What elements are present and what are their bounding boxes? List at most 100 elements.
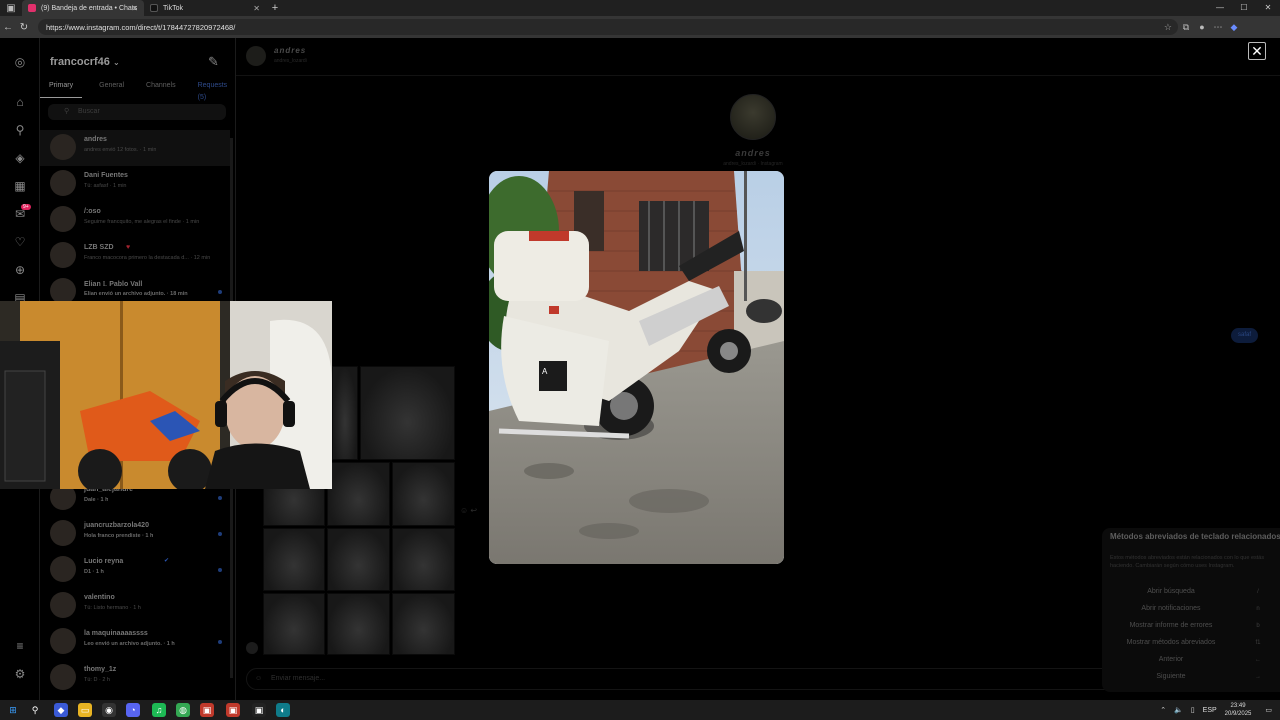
chrome-icon[interactable]: ◍: [176, 703, 190, 717]
extensions-icon[interactable]: ⧉: [1178, 22, 1194, 33]
language-indicator[interactable]: ESP: [1203, 707, 1217, 714]
avatar[interactable]: [246, 46, 266, 66]
grid-photo[interactable]: [392, 462, 455, 526]
grid-photo[interactable]: [392, 593, 455, 655]
chat-list-item[interactable]: andres andres envió 12 fotos. · 1 min: [40, 130, 230, 166]
avatar: [50, 206, 76, 232]
address-bar-row: ← ↻ https://www.instagram.com/direct/t/1…: [0, 16, 1280, 38]
avatar: [50, 134, 76, 160]
chat-list-item[interactable]: thomy_1z Tú: D · 2 h: [40, 660, 230, 696]
tray-chevron-icon[interactable]: ⌃: [1160, 706, 1166, 714]
copilot-icon[interactable]: ◆: [1226, 22, 1242, 33]
new-message-icon[interactable]: ✎: [208, 54, 219, 70]
tab-general[interactable]: General: [90, 80, 133, 98]
react-reply-icons[interactable]: ☺ ↩: [460, 506, 477, 515]
shortcut-row: Mostrar informe de errores b: [1102, 618, 1280, 634]
grid-photo[interactable]: [327, 528, 390, 591]
grid-photo[interactable]: [392, 528, 455, 591]
grid-photo[interactable]: [263, 528, 325, 591]
shortcuts-title: Métodos abreviados de teclado relacionad…: [1110, 532, 1280, 541]
grid-photo[interactable]: [327, 462, 390, 526]
shortcut-row: Anterior ←: [1102, 652, 1280, 668]
tab-channels[interactable]: Channels: [137, 80, 185, 98]
file-explorer-icon[interactable]: ▭: [78, 703, 92, 717]
reels-icon[interactable]: ▦: [12, 178, 28, 194]
spotify-icon[interactable]: ♫: [152, 703, 166, 717]
close-tab-icon[interactable]: ✕: [131, 4, 138, 13]
back-icon[interactable]: ←: [0, 22, 16, 33]
unread-dot: [218, 532, 222, 536]
chat-list-item[interactable]: juancruzbarzola420 Hola franco prendiste …: [40, 516, 230, 552]
menu-icon[interactable]: ≡: [12, 638, 28, 654]
shortcut-label: Mostrar métodos abreviados: [1126, 639, 1216, 646]
grid-photo[interactable]: [327, 593, 390, 655]
copilot-icon[interactable]: ◆: [54, 703, 68, 717]
close-tab-icon[interactable]: ✕: [253, 4, 260, 13]
sent-message-bubble[interactable]: safaf: [1231, 328, 1259, 343]
username-label: francocrf46: [50, 56, 110, 68]
search-icon[interactable]: ⚲: [28, 703, 42, 717]
shortcut-key: /: [1257, 589, 1259, 595]
inbox-search-input[interactable]: ⚲ Buscar: [48, 104, 226, 120]
keyboard-shortcuts-panel: Métodos abreviados de teclado relacionad…: [1102, 528, 1280, 692]
url-field[interactable]: https://www.instagram.com/direct/t/17844…: [38, 19, 1178, 35]
app-icon[interactable]: ▣: [200, 703, 214, 717]
create-icon[interactable]: ⊕: [12, 262, 28, 278]
grid-photo[interactable]: [263, 593, 325, 655]
more-menu-icon[interactable]: ⋯: [1210, 22, 1226, 33]
chat-list-item[interactable]: Dani Fuentes Tú: asfasf · 1 min: [40, 166, 230, 202]
tab-requests[interactable]: Requests (5): [189, 80, 237, 101]
profile-avatar-icon[interactable]: ●: [1194, 22, 1210, 32]
close-window-icon[interactable]: ✕: [1256, 0, 1280, 16]
unread-dot: [218, 496, 222, 500]
tab-instagram[interactable]: (9) Bandeja de entrada • Chats ✕: [22, 0, 144, 16]
search-placeholder: Buscar: [78, 108, 100, 115]
app-icon[interactable]: ▣: [226, 703, 240, 717]
minimize-icon[interactable]: —: [1208, 0, 1232, 16]
close-lightbox-button[interactable]: ✕: [1248, 42, 1266, 60]
chevron-down-icon: ⌄: [112, 58, 120, 67]
profile-avatar[interactable]: [730, 94, 776, 140]
chat-list-item[interactable]: la maquinaaaassss Leo envió un archivo ad…: [40, 624, 230, 660]
avatar: [50, 592, 76, 618]
grid-photo[interactable]: [360, 366, 455, 460]
avatar: [50, 556, 76, 582]
obs-icon[interactable]: ◉: [102, 703, 116, 717]
chat-list-item[interactable]: /:oso Seguime francquito, me alegras el f…: [40, 202, 230, 238]
search-icon[interactable]: ⚲: [12, 122, 28, 138]
browser-tab-strip: ▣ (9) Bandeja de entrada • Chats ✕ TikTo…: [0, 0, 1280, 16]
windows-start-icon[interactable]: ⊞: [6, 703, 20, 717]
chat-preview: Leo envió un archivo adjunto. · 1 h: [84, 641, 175, 647]
bookmark-star-icon[interactable]: ☆: [1164, 22, 1172, 33]
account-username[interactable]: francocrf46 ⌄: [50, 56, 120, 68]
clock[interactable]: 23:49 20/9/2025: [1225, 702, 1252, 718]
inbox-tabs: Primary General Channels Requests (5): [40, 80, 237, 101]
home-icon[interactable]: ⌂: [12, 94, 28, 110]
discord-icon[interactable]: ◔: [126, 703, 140, 717]
app-icon[interactable]: ▣: [252, 703, 266, 717]
heart-icon: ♥: [126, 244, 131, 251]
tab-primary[interactable]: Primary: [40, 80, 83, 98]
new-tab-button[interactable]: +: [266, 2, 284, 14]
reload-icon[interactable]: ↻: [16, 22, 32, 33]
lightbox-photo[interactable]: A: [489, 171, 784, 564]
volume-icon[interactable]: 🔈: [1174, 706, 1183, 714]
threads-icon[interactable]: ⚙: [12, 666, 28, 682]
chat-list-item[interactable]: valentino Tú: Listo hermano · 1 h: [40, 588, 230, 624]
tab-tiktok[interactable]: TikTok ✕: [144, 0, 266, 16]
notifications-heart-icon[interactable]: ♡: [12, 234, 28, 250]
svg-text:A: A: [542, 367, 548, 376]
grid-photo[interactable]: [332, 366, 358, 460]
conversation-title[interactable]: andres: [274, 46, 306, 55]
network-icon[interactable]: ▯: [1191, 706, 1195, 714]
maximize-icon[interactable]: ☐: [1232, 0, 1256, 16]
shortcut-key: →: [1255, 674, 1261, 680]
notification-icon[interactable]: ▭: [1265, 706, 1272, 714]
instagram-logo-icon[interactable]: ◎: [12, 54, 28, 70]
chat-list-item[interactable]: Lucio reyna ✔ D1 · 1 h: [40, 552, 230, 588]
explore-icon[interactable]: ◈: [12, 150, 28, 166]
emoji-icon[interactable]: ☺: [255, 669, 262, 689]
chat-list-item[interactable]: LZB SZD ♥ Franco macocora primero la dest…: [40, 238, 230, 274]
edge-icon[interactable]: ◐: [276, 703, 290, 717]
window-menu-icon[interactable]: ▣: [0, 0, 22, 16]
